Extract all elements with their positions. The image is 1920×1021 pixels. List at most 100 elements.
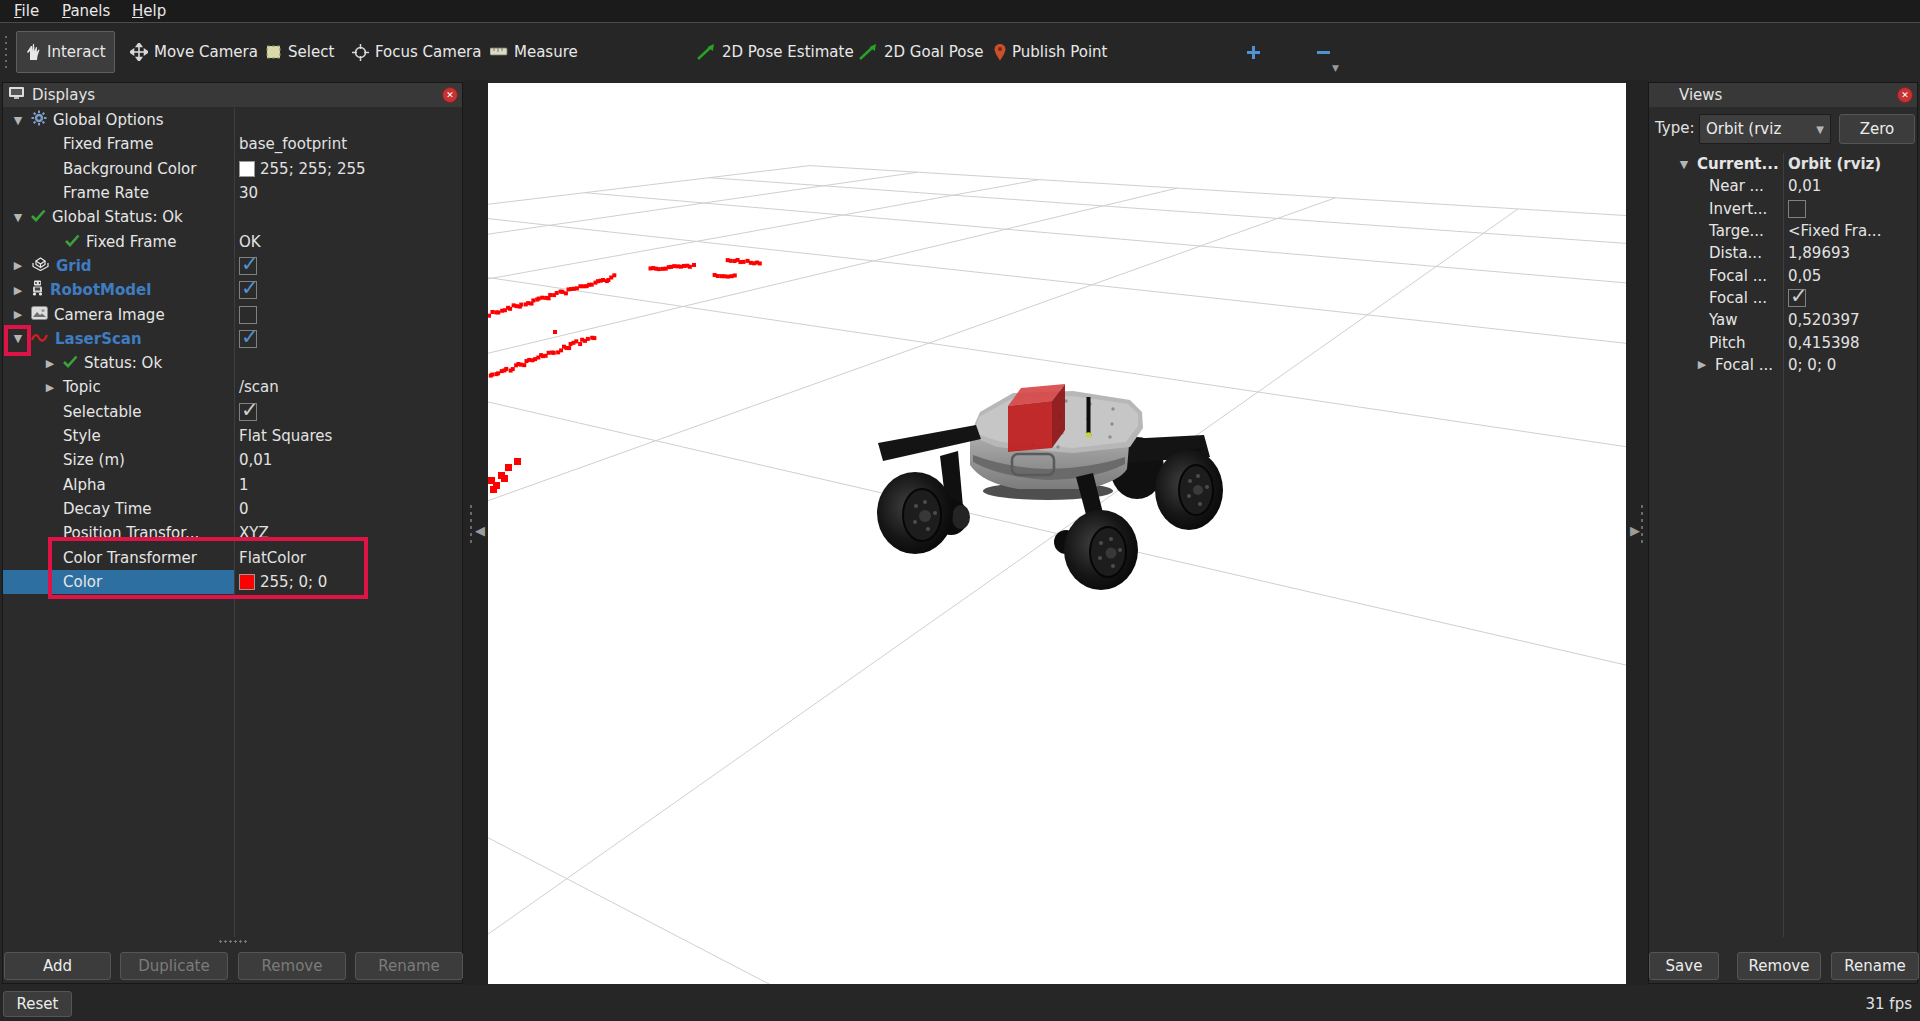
tool-pose-estimate[interactable]: 2D Pose Estimate [688,31,862,73]
tree-row-laserscan[interactable]: ▼LaserScan✓ [3,327,462,351]
checkbox-unchecked[interactable] [1788,200,1806,218]
tree-row-status-ok[interactable]: ▶Status: Ok [3,351,462,375]
displays-resize-handle[interactable] [218,939,248,944]
tree-row-alpha[interactable]: Alpha1 [3,473,462,497]
color-swatch[interactable] [239,161,255,177]
tool-remove-tool[interactable]: ▼ [1308,31,1339,73]
expand-arrow-icon[interactable]: ▶ [1695,358,1709,371]
duplicate-button[interactable]: Duplicate [120,952,228,980]
checkbox-checked[interactable]: ✓ [239,281,257,299]
tree-row-decay-time[interactable]: Decay Time0 [3,497,462,521]
tree-row-topic[interactable]: ▶Topic/scan [3,375,462,399]
row-value[interactable]: 0 [239,500,249,518]
menu-help[interactable]: Help [126,1,172,21]
checkbox-checked[interactable]: ✓ [239,403,257,421]
row-value[interactable]: 0,01 [239,451,272,469]
row-value[interactable]: OK [239,233,261,251]
expand-arrow-icon[interactable]: ▶ [11,308,25,321]
right-splitter[interactable]: ▶ [1626,80,1648,985]
row-value[interactable]: ✓ [239,330,257,348]
row-value[interactable]: 0,01 [1788,177,1821,195]
menu-file[interactable]: File [8,1,45,21]
tree-row-selectable[interactable]: Selectable✓ [3,400,462,424]
tree-row-near[interactable]: Near ...0,01 [1649,175,1917,197]
tool-goal-pose[interactable]: 2D Goal Pose [850,31,992,73]
tree-row-camera-image[interactable]: ▶Camera Image [3,302,462,326]
tool-measure[interactable]: Measure [482,31,586,73]
tree-row-focal[interactable]: Focal ...✓ [1649,287,1917,309]
tree-row-focal[interactable]: Focal ...0,05 [1649,265,1917,287]
row-value[interactable]: ✓ [1788,289,1806,307]
row-value[interactable]: 0,520397 [1788,311,1860,329]
tree-row-targe[interactable]: Targe...<Fixed Fra... [1649,220,1917,242]
tree-row-global-options[interactable]: ▼Global Options [3,108,462,132]
row-value[interactable] [1788,200,1806,218]
tree-row-pitch[interactable]: Pitch0,415398 [1649,331,1917,353]
row-value[interactable]: ✓ [239,257,257,275]
row-value[interactable]: /scan [239,378,279,396]
rename-button[interactable]: Rename [1831,952,1919,980]
checkbox-checked[interactable]: ✓ [239,257,257,275]
row-value[interactable]: ✓ [239,281,257,299]
row-value[interactable]: Orbit (rviz) [1788,155,1881,173]
expand-arrow-icon[interactable]: ▶ [43,381,57,394]
collapse-left-icon[interactable]: ◀ [475,523,485,538]
left-splitter[interactable]: ◀ [463,80,488,985]
tree-row-size-m[interactable]: Size (m)0,01 [3,448,462,472]
tool-dropdown-caret[interactable]: ▼ [1332,63,1339,73]
tree-row-yaw[interactable]: Yaw0,520397 [1649,309,1917,331]
toolbar-drag-handle[interactable] [3,34,9,70]
tree-row-grid[interactable]: ▶Grid✓ [3,254,462,278]
row-value[interactable]: <Fixed Fra... [1788,222,1881,240]
row-value[interactable]: 0,05 [1788,267,1821,285]
tool-select[interactable]: Select [258,31,342,73]
tree-row-global-status-ok[interactable]: ▼Global Status: Ok [3,205,462,229]
row-value[interactable]: base_footprint [239,135,347,153]
remove-button[interactable]: Remove [1737,952,1821,980]
row-value[interactable]: 1 [239,476,249,494]
row-value[interactable] [239,306,257,324]
tree-row-current[interactable]: ▼Current...Orbit (rviz) [1649,153,1917,175]
expand-arrow-icon[interactable]: ▶ [43,357,57,370]
menu-panels[interactable]: Panels [56,1,116,21]
tree-row-frame-rate[interactable]: Frame Rate30 [3,181,462,205]
row-value[interactable]: 30 [239,184,258,202]
checkbox-unchecked[interactable] [239,306,257,324]
rename-button[interactable]: Rename [355,952,463,980]
tree-row-dista[interactable]: Dista...1,89693 [1649,242,1917,264]
tree-row-focal[interactable]: ▶Focal ...0; 0; 0 [1649,354,1917,376]
expand-arrow-icon[interactable]: ▶ [11,259,25,272]
collapse-arrow-icon[interactable]: ▼ [1677,158,1691,171]
checkbox-checked[interactable]: ✓ [1788,289,1806,307]
tool-focus-camera[interactable]: Focus Camera [344,31,489,73]
expand-arrow-icon[interactable]: ▶ [11,284,25,297]
row-value[interactable]: Flat Squares [239,427,332,445]
row-value[interactable]: ✓ [239,403,257,421]
views-type-dropdown[interactable]: Orbit (rviz▼ [1699,114,1831,144]
tree-row-background-color[interactable]: Background Color255; 255; 255 [3,157,462,181]
row-value[interactable]: 1,89693 [1788,244,1850,262]
tree-row-fixed-frame[interactable]: Fixed Framebase_footprint [3,132,462,156]
3d-viewport[interactable] [488,83,1626,984]
views-close-icon[interactable]: ✕ [1897,87,1913,103]
tool-interact[interactable]: Interact [16,31,115,73]
remove-button[interactable]: Remove [238,952,346,980]
tool-add-tool[interactable] [1238,31,1269,73]
displays-close-icon[interactable]: ✕ [442,87,458,103]
checkbox-checked[interactable]: ✓ [239,330,257,348]
tree-row-fixed-frame[interactable]: Fixed FrameOK [3,230,462,254]
tool-move-camera[interactable]: Move Camera [122,31,266,73]
tree-row-robotmodel[interactable]: ▶RobotModel✓ [3,278,462,302]
tool-publish-point[interactable]: Publish Point [986,31,1115,73]
reset-button[interactable]: Reset [3,991,72,1017]
row-value[interactable]: 255; 255; 255 [239,160,366,178]
save-button[interactable]: Save [1649,952,1719,980]
collapse-arrow-icon[interactable]: ▼ [11,211,25,224]
row-value[interactable]: 0,415398 [1788,334,1860,352]
zero-button[interactable]: Zero [1839,114,1915,144]
add-button[interactable]: Add [4,952,111,980]
row-value[interactable]: 0; 0; 0 [1788,356,1836,374]
tree-row-invert[interactable]: Invert... [1649,198,1917,220]
tree-row-style[interactable]: StyleFlat Squares [3,424,462,448]
collapse-arrow-icon[interactable]: ▼ [11,114,25,127]
